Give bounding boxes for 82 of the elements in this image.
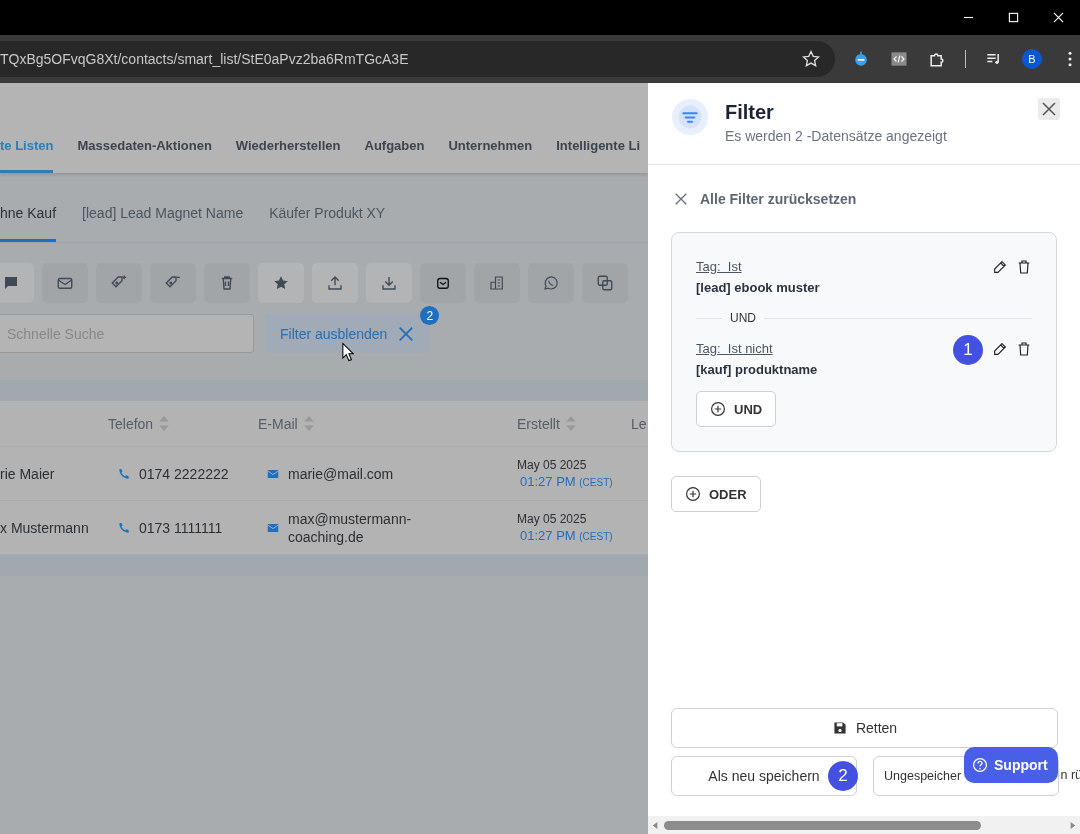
support-button[interactable]: Support xyxy=(964,747,1058,783)
upload-icon xyxy=(326,274,344,292)
panel-subtitle: Es werden 2 -Datensätze angezeigt xyxy=(725,128,948,144)
help-icon xyxy=(972,757,988,773)
save-as-new-button[interactable]: Als neu speichern 2 xyxy=(671,756,857,796)
add-or-button[interactable]: ODER xyxy=(671,476,761,512)
maximize-icon[interactable] xyxy=(1008,12,1019,23)
column-header[interactable]: E-Mail xyxy=(258,415,298,432)
contact-name[interactable]: rie Maier xyxy=(0,465,55,482)
phone-icon xyxy=(117,466,131,481)
delete-icon[interactable] xyxy=(1016,259,1032,275)
delete-icon[interactable] xyxy=(1016,341,1032,357)
scrollbar[interactable] xyxy=(648,816,1080,834)
list-tab[interactable]: Käufer Produkt XY xyxy=(269,205,386,242)
filter-count-badge: 2 xyxy=(420,306,440,325)
step-marker: 1 xyxy=(953,335,983,365)
created-time: 01:27 PM xyxy=(520,528,576,543)
copy-button[interactable] xyxy=(582,263,628,303)
timezone: (CEST) xyxy=(579,477,613,488)
scroll-left-icon[interactable] xyxy=(651,820,660,830)
close-button[interactable] xyxy=(1038,98,1060,120)
edit-icon[interactable] xyxy=(992,341,1008,357)
copy-icon xyxy=(596,274,614,292)
condition-link[interactable]: Tag: Ist nicht xyxy=(696,341,818,356)
tag-add-button[interactable] xyxy=(96,263,142,303)
close-icon xyxy=(1041,101,1057,117)
nav-tab[interactable]: Wiederherstellen xyxy=(235,138,341,173)
created-date: May 05 2025 xyxy=(517,512,587,526)
filter-icon xyxy=(671,98,709,136)
plus-circle-icon xyxy=(685,486,701,502)
plus-circle-icon xyxy=(710,401,726,417)
code-icon[interactable] xyxy=(889,49,909,69)
tag-remove-button[interactable] xyxy=(150,263,196,303)
email-address[interactable]: marie@mail.com xyxy=(288,464,438,483)
phone-icon xyxy=(117,520,131,535)
list-tab[interactable]: hne Kauf xyxy=(0,205,57,242)
email-address[interactable]: max@mustermann-coaching.de xyxy=(288,509,438,546)
download-icon xyxy=(380,274,398,292)
mail-button[interactable] xyxy=(42,263,88,303)
close-icon[interactable] xyxy=(1053,12,1064,23)
trash-button[interactable] xyxy=(204,263,250,303)
connector-label: UND xyxy=(730,311,756,325)
nav-tab[interactable]: Intelligente Li xyxy=(556,138,641,173)
close-icon xyxy=(674,192,688,206)
reset-filters-link[interactable]: Alle Filter zurücksetzen xyxy=(671,191,857,207)
message-icon xyxy=(2,274,20,292)
created-date: May 05 2025 xyxy=(517,458,587,472)
download-button[interactable] xyxy=(366,263,412,303)
nav-tab[interactable]: Unternehmen xyxy=(448,138,533,173)
message-button[interactable] xyxy=(0,263,34,303)
list-tab[interactable]: [lead] Lead Magnet Name xyxy=(82,205,244,242)
phone-number[interactable]: 0174 2222222 xyxy=(139,465,229,482)
phone-number[interactable]: 0173 1111111 xyxy=(139,519,223,536)
created-time: 01:27 PM xyxy=(520,474,576,489)
condition-link[interactable]: Tag: Ist xyxy=(696,259,820,274)
edit-icon[interactable] xyxy=(992,259,1008,275)
column-header[interactable]: Le xyxy=(631,415,647,432)
column-header[interactable]: Telefon xyxy=(108,415,154,432)
contact-name[interactable]: x Mustermann xyxy=(0,519,89,536)
nav-tab[interactable]: Aufgaben xyxy=(364,138,425,173)
scroll-right-icon[interactable] xyxy=(1068,820,1077,830)
whatsapp-icon xyxy=(542,274,560,292)
star-button[interactable] xyxy=(258,263,304,303)
save-button[interactable]: Retten xyxy=(671,708,1058,748)
profile-avatar[interactable]: B xyxy=(1022,49,1042,69)
step-marker: 2 xyxy=(828,761,858,791)
whatsapp-button[interactable] xyxy=(528,263,574,303)
address-field[interactable]: TQxBg5OFvqG8Xt/contacts/smart_list/StE0aPvz2ba6RmTGcA3E xyxy=(0,41,835,77)
building-icon xyxy=(488,274,506,292)
add-and-button[interactable]: UND xyxy=(696,391,777,427)
cursor-icon xyxy=(342,342,354,362)
timezone: (CEST) xyxy=(579,531,613,542)
inbox-button[interactable] xyxy=(420,263,466,303)
star-icon[interactable] xyxy=(801,49,821,69)
column-header[interactable]: Erstellt xyxy=(517,415,560,432)
close-icon xyxy=(397,324,416,343)
star-icon xyxy=(272,274,290,292)
upload-button[interactable] xyxy=(312,263,358,303)
nav-tab[interactable]: Massedaten-Aktionen xyxy=(77,138,212,173)
condition-value: [lead] ebook muster xyxy=(696,280,820,295)
panel-title: Filter xyxy=(725,101,775,124)
condition-value: [kauf] produktname xyxy=(696,362,818,377)
